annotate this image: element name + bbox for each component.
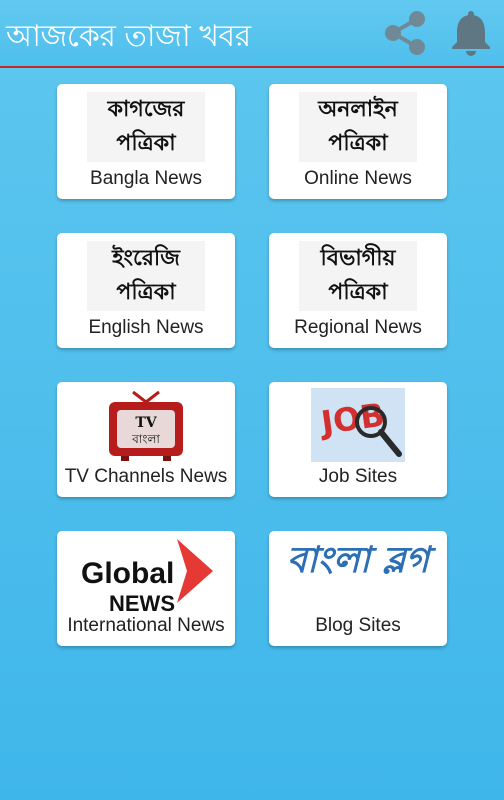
app-bar: আজকের তাজা খবর xyxy=(0,0,504,68)
tv-channels-card[interactable]: TV বাংলা TV Channels News xyxy=(57,382,235,497)
international-news-card[interactable]: Global NEWS International News xyxy=(57,531,235,646)
global-logo-line2: NEWS xyxy=(109,591,175,615)
card-label: Online News xyxy=(304,168,412,189)
card-label: International News xyxy=(67,615,225,636)
job-magnifier-icon: JOB xyxy=(311,388,405,462)
tv-text-bottom: বাংলা xyxy=(131,432,160,446)
english-news-card[interactable]: ইংরেজি পত্রিকা English News xyxy=(57,233,235,348)
bangla-blog-logo: বাংলা ব্লগ xyxy=(286,539,430,581)
card-label: TV Channels News xyxy=(64,466,228,487)
tv-icon: TV বাংলা xyxy=(109,390,183,461)
share-button[interactable] xyxy=(380,10,428,56)
card-title-line1: বিভাগীয় xyxy=(320,246,396,271)
card-label: Bangla News xyxy=(90,168,202,189)
global-news-logo: Global NEWS xyxy=(81,539,213,615)
bangla-news-card[interactable]: কাগজের পত্রিকা Bangla News xyxy=(57,84,235,199)
card-label: Regional News xyxy=(294,317,422,338)
card-title-line2: পত্রিকা xyxy=(116,280,176,305)
online-news-card[interactable]: অনলাইন পত্রিকা Online News xyxy=(269,84,447,199)
notification-button[interactable] xyxy=(448,8,494,56)
card-label: Job Sites xyxy=(318,466,398,487)
card-label: Blog Sites xyxy=(315,615,401,636)
card-title-line2: পত্রিকা xyxy=(328,131,388,156)
share-icon xyxy=(385,11,425,55)
card-title-line2: পত্রিকা xyxy=(328,280,388,305)
tv-text-top: TV xyxy=(135,415,157,431)
card-title-line1: অনলাইন xyxy=(318,97,398,122)
job-sites-card[interactable]: JOB Job Sites xyxy=(269,382,447,497)
regional-news-card[interactable]: বিভাগীয় পত্রিকা Regional News xyxy=(269,233,447,348)
app-title: আজকের তাজা খবর xyxy=(6,19,251,54)
global-logo-line1: Global xyxy=(81,557,174,590)
card-title-line1: ইংরেজি xyxy=(112,246,180,271)
bell-icon xyxy=(452,11,490,56)
card-title-line2: পত্রিকা xyxy=(116,131,176,156)
card-title-line1: কাগজের xyxy=(107,97,185,122)
card-label: English News xyxy=(88,317,204,338)
blog-sites-card[interactable]: বাংলা ব্লগ Blog Sites xyxy=(269,531,447,646)
